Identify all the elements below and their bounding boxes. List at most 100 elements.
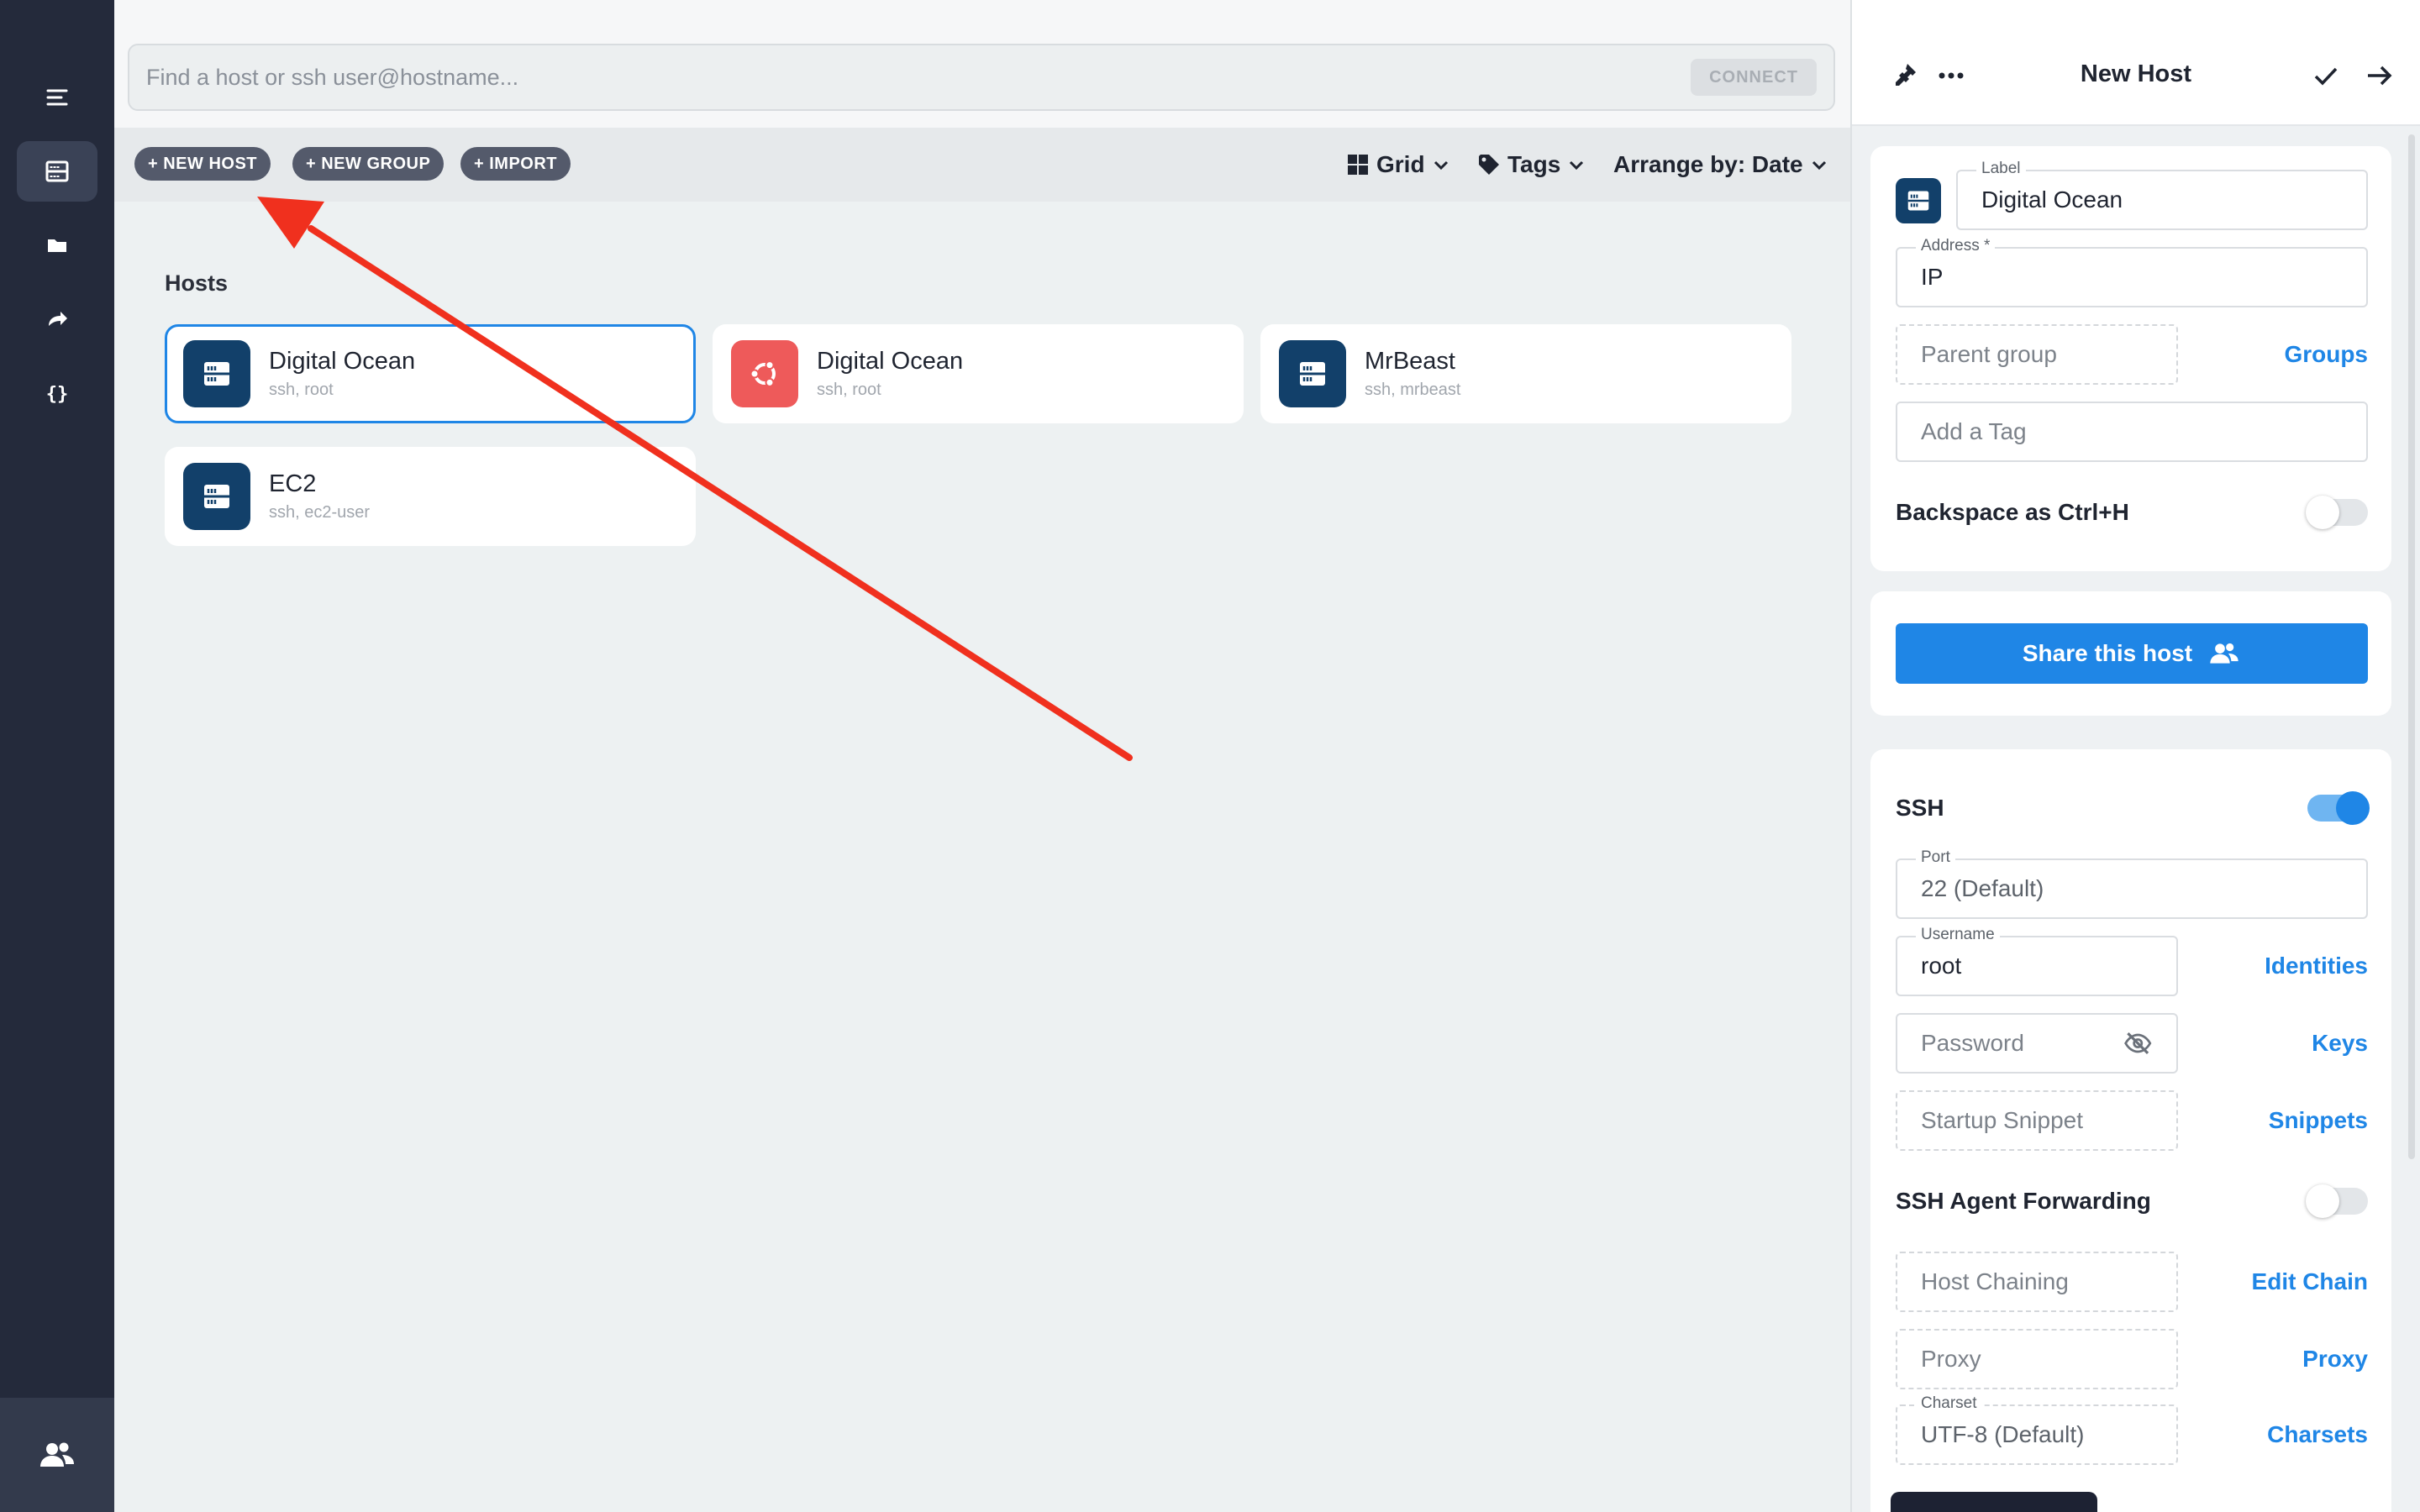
host-name: Digital Ocean	[269, 348, 416, 375]
host-card[interactable]: EC2 ssh, ec2-user	[165, 447, 696, 546]
address-caption: Address *	[1916, 237, 1996, 255]
charsets-link[interactable]: Charsets	[2267, 1421, 2368, 1448]
username-input[interactable]	[1921, 953, 2153, 979]
nav-sftp[interactable]	[17, 215, 97, 276]
backspace-toggle[interactable]	[2306, 496, 2368, 529]
save-button[interactable]	[2311, 60, 2341, 91]
chevron-down-icon	[1434, 160, 1448, 171]
label-field: Label	[1956, 160, 2368, 230]
share-section: Share this host	[1870, 591, 2391, 716]
tags-dropdown[interactable]: Tags	[1477, 143, 1586, 186]
label-caption: Label	[1976, 160, 2026, 178]
snippets-link[interactable]: Snippets	[2269, 1107, 2368, 1134]
host-details: ssh, root	[817, 381, 881, 399]
server-icon	[183, 340, 250, 407]
general-section: Label Address * Groups Backspace as Ctrl…	[1870, 146, 2391, 571]
label-input[interactable]	[1981, 186, 2343, 213]
arrange-label: Arrange by: Date	[1613, 151, 1803, 177]
address-field: Address *	[1896, 237, 2368, 307]
password-input[interactable]	[1921, 1030, 2123, 1057]
startup-snippet-input[interactable]	[1921, 1107, 2153, 1134]
new-host-button[interactable]: + NEW HOST	[134, 147, 271, 181]
svg-text:{}: {}	[46, 384, 69, 405]
view-mode-dropdown[interactable]: Grid	[1346, 143, 1450, 186]
forward-arrow-icon	[49, 312, 67, 326]
search-input[interactable]	[146, 64, 1691, 91]
username-field: Username	[1896, 926, 2178, 996]
password-field	[1896, 1013, 2178, 1074]
team-button[interactable]	[0, 1398, 114, 1512]
host-card[interactable]: MrBeast ssh, mrbeast	[1260, 324, 1791, 423]
chevron-down-icon	[1570, 160, 1584, 171]
host-name: MrBeast	[1365, 348, 1455, 375]
menu-button[interactable]	[17, 67, 97, 128]
panel-header: New Host	[1852, 0, 2420, 126]
address-input[interactable]	[1921, 264, 2343, 291]
nav-hosts[interactable]	[17, 141, 97, 202]
grid-icon	[1348, 155, 1368, 175]
top-bar: CONNECT	[114, 0, 1850, 128]
host-details: ssh, root	[269, 381, 334, 399]
edit-chain-link[interactable]: Edit Chain	[2252, 1268, 2368, 1295]
ubuntu-icon	[731, 340, 798, 407]
connect-button[interactable]: CONNECT	[1691, 59, 1817, 96]
hosts-section-title: Hosts	[165, 270, 229, 296]
charset-caption: Charset	[1916, 1394, 1982, 1413]
port-caption: Port	[1916, 848, 1955, 867]
port-input[interactable]	[1921, 875, 2343, 902]
panel-bottom-button[interactable]	[1891, 1492, 2097, 1512]
host-details: ssh, ec2-user	[269, 503, 371, 522]
ssh-section: SSH Port Username Identities Keys Snippe…	[1870, 749, 2391, 1512]
tag-field	[1896, 402, 2368, 462]
port-field: Port	[1896, 848, 2368, 919]
ssh-label: SSH	[1896, 795, 1944, 821]
identities-link[interactable]: Identities	[2265, 953, 2368, 979]
tag-input[interactable]	[1921, 418, 2343, 445]
host-card[interactable]: Digital Ocean ssh, root	[165, 324, 696, 423]
arrow-right-icon	[2368, 66, 2392, 86]
nav-rail: {}	[0, 0, 114, 1512]
hosts-main: CONNECT + NEW HOST + NEW GROUP + IMPORT …	[114, 0, 1850, 1512]
groups-link[interactable]: Groups	[2284, 341, 2368, 368]
eye-off-icon[interactable]	[2123, 1026, 2153, 1061]
import-button[interactable]: + IMPORT	[460, 147, 571, 181]
agent-forwarding-label: SSH Agent Forwarding	[1896, 1188, 2151, 1214]
nav-port-forwarding[interactable]	[17, 289, 97, 349]
charset-field: Charset	[1896, 1394, 2178, 1465]
host-editor-panel: New Host Label Address * Groups Backspac…	[1850, 0, 2420, 1512]
agent-forwarding-toggle[interactable]	[2306, 1184, 2368, 1218]
arrange-dropdown[interactable]: Arrange by: Date	[1613, 143, 1828, 186]
tags-label: Tags	[1507, 151, 1561, 177]
host-name: EC2	[269, 470, 317, 497]
server-icon	[1896, 178, 1941, 223]
proxy-link[interactable]: Proxy	[2302, 1346, 2368, 1373]
checkmark-icon	[2314, 67, 2338, 86]
proxy-field	[1896, 1329, 2178, 1389]
new-group-button[interactable]: + NEW GROUP	[292, 147, 445, 181]
backspace-label: Backspace as Ctrl+H	[1896, 499, 2129, 525]
server-icon	[45, 160, 69, 182]
panel-scrollbar[interactable]	[2408, 134, 2415, 1159]
share-host-button[interactable]: Share this host	[1896, 623, 2368, 684]
host-details: ssh, mrbeast	[1365, 381, 1461, 399]
connect-arrow-button[interactable]	[2365, 60, 2395, 91]
view-mode-label: Grid	[1376, 151, 1425, 177]
menu-icon	[46, 89, 68, 106]
tag-icon	[1479, 155, 1499, 175]
nav-snippets[interactable]: {}	[17, 363, 97, 423]
host-chaining-field	[1896, 1252, 2178, 1312]
host-card[interactable]: Digital Ocean ssh, root	[713, 324, 1244, 423]
host-name: Digital Ocean	[817, 348, 964, 375]
chevron-down-icon	[1812, 160, 1826, 171]
hosts-toolbar: + NEW HOST + NEW GROUP + IMPORT Grid Tag…	[114, 128, 1850, 202]
server-icon	[1279, 340, 1346, 407]
share-host-label: Share this host	[2022, 640, 2193, 666]
username-caption: Username	[1916, 926, 2000, 944]
ssh-toggle[interactable]	[2307, 791, 2370, 825]
parent-group-input[interactable]	[1921, 341, 2153, 368]
charset-input[interactable]	[1921, 1421, 2153, 1448]
code-braces-icon: {}	[46, 384, 69, 405]
host-chaining-input[interactable]	[1921, 1268, 2153, 1295]
keys-link[interactable]: Keys	[2312, 1030, 2368, 1057]
proxy-input[interactable]	[1921, 1346, 2153, 1373]
